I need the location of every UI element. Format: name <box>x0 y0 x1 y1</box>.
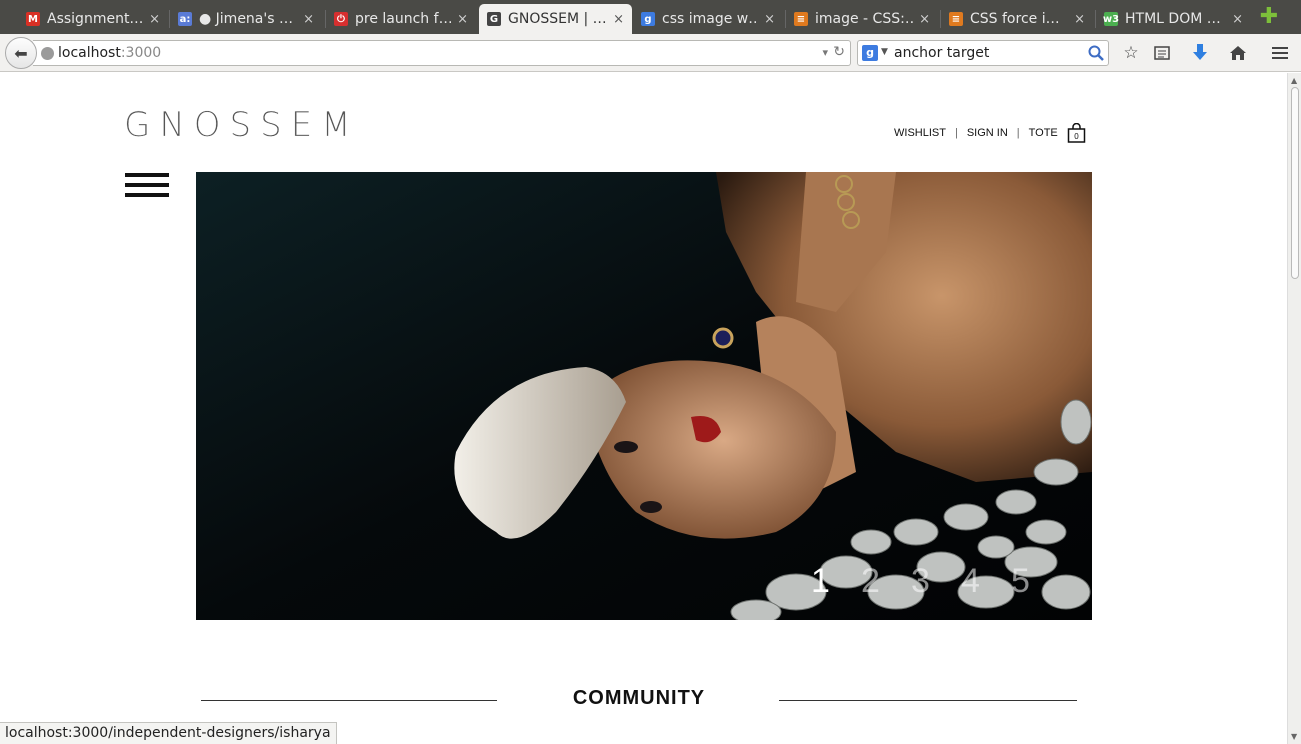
asana-icon: a: <box>178 12 192 26</box>
tab-title: css image w… <box>662 11 759 27</box>
gmail-icon: M <box>26 12 40 26</box>
slide-pagination: 12345 <box>811 562 1061 601</box>
tab-separator <box>325 10 326 28</box>
power-icon: ⏻ <box>334 12 348 26</box>
scroll-down-icon[interactable]: ▼ <box>1291 732 1297 741</box>
slide-number-1[interactable]: 1 <box>811 562 861 601</box>
browser-nav-bar: localhost:3000 ▾ ↻ ⬅ g ▼ anchor target ☆ <box>0 34 1301 72</box>
stackoverflow-icon: ≡ <box>794 12 808 26</box>
tab-title: ● Jimena's … <box>199 11 293 27</box>
url-port: :3000 <box>120 45 162 61</box>
home-icon[interactable] <box>1228 43 1248 63</box>
url-bar[interactable]: localhost:3000 ▾ ↻ <box>33 40 851 66</box>
browser-tab-bar: M Assignment… × a: ● Jimena's … × ⏻ pre launch … <box>0 0 1301 34</box>
slide-number-2[interactable]: 2 <box>861 562 911 601</box>
account-nav: WISHLIST | SIGN IN | TOTE 0 <box>894 122 1086 143</box>
tab-close-icon[interactable]: × <box>457 12 468 27</box>
slide-number-3[interactable]: 3 <box>911 562 961 601</box>
stackoverflow-icon: ≡ <box>949 12 963 26</box>
browser-tab[interactable]: ≡ image - CSS:… × <box>786 4 938 34</box>
browser-tab[interactable]: ≡ CSS force i… × <box>941 4 1093 34</box>
tab-separator <box>1095 10 1096 28</box>
web-page: GNOSSEM WISHLIST | SIGN IN | TOTE 0 1 2 … <box>0 73 1287 744</box>
google-icon: g <box>641 12 655 26</box>
url-text[interactable]: localhost:3000 <box>58 45 161 61</box>
tab-close-icon[interactable]: × <box>613 12 624 27</box>
slide-number-4[interactable]: 4 <box>961 562 1011 601</box>
tab-close-icon[interactable]: × <box>919 12 930 27</box>
w3schools-icon: w3 <box>1102 12 1120 26</box>
google-search-engine-icon[interactable]: g <box>862 45 878 61</box>
tote-link[interactable]: TOTE <box>1029 127 1058 139</box>
search-input[interactable]: anchor target <box>894 45 989 61</box>
slide-number-5[interactable]: 5 <box>1011 562 1061 601</box>
bookmark-star-icon[interactable]: ☆ <box>1121 43 1141 63</box>
browser-tab[interactable]: g css image w… × <box>633 4 783 34</box>
hero-image <box>196 172 1092 620</box>
browser-tab[interactable]: G GNOSSEM | … × <box>479 4 632 34</box>
tab-separator <box>169 10 170 28</box>
menu-icon[interactable] <box>1270 43 1290 63</box>
browser-tab[interactable]: a: ● Jimena's … × <box>170 4 322 34</box>
tab-title: pre launch f… <box>355 11 452 27</box>
new-tab-button[interactable]: ✚ <box>1258 6 1280 28</box>
back-button[interactable]: ⬅ <box>5 37 37 69</box>
tab-title: GNOSSEM | … <box>508 11 607 27</box>
tab-close-icon[interactable]: × <box>303 12 314 27</box>
url-history-dropdown-icon[interactable]: ▾ <box>822 46 828 59</box>
tab-separator <box>785 10 786 28</box>
tab-title: HTML DOM … <box>1125 11 1221 27</box>
tab-separator <box>940 10 941 28</box>
hamburger-menu-icon[interactable] <box>125 173 169 199</box>
browser-tab[interactable]: w3 HTML DOM … × <box>1096 4 1251 34</box>
tab-title: image - CSS:… <box>815 11 914 27</box>
back-arrow-icon: ⬅ <box>14 43 28 63</box>
tab-close-icon[interactable]: × <box>1074 12 1085 27</box>
download-icon[interactable] <box>1190 43 1210 63</box>
tab-close-icon[interactable]: × <box>764 12 775 27</box>
shopping-bag-icon[interactable]: 0 <box>1067 122 1086 143</box>
status-bar: localhost:3000/independent-designers/ish… <box>0 722 337 744</box>
globe-icon <box>41 47 54 60</box>
tab-title: CSS force i… <box>970 11 1060 27</box>
hero-slideshow[interactable]: 12345 <box>196 172 1092 620</box>
nav-separator: | <box>1016 127 1020 139</box>
tab-close-icon[interactable]: × <box>1232 12 1243 27</box>
tote-count: 0 <box>1074 132 1079 141</box>
wishlist-link[interactable]: WISHLIST <box>894 127 946 139</box>
scroll-up-icon[interactable]: ▲ <box>1291 76 1297 85</box>
page-scrollbar[interactable]: ▲ ▼ <box>1287 73 1301 744</box>
tab-close-icon[interactable]: × <box>149 12 160 27</box>
reload-icon[interactable]: ↻ <box>833 44 845 60</box>
browser-tab[interactable]: ⏻ pre launch f… × <box>326 4 476 34</box>
reading-list-icon[interactable] <box>1152 43 1172 63</box>
scroll-thumb[interactable] <box>1291 87 1299 279</box>
search-engine-dropdown-icon[interactable]: ▼ <box>881 47 888 57</box>
nav-separator: | <box>954 127 958 139</box>
tab-title: Assignment… <box>47 11 144 27</box>
site-logo[interactable]: GNOSSEM <box>124 105 360 145</box>
search-icon[interactable] <box>1087 44 1105 62</box>
url-host: localhost <box>58 45 121 61</box>
gnossem-icon: G <box>487 12 501 26</box>
community-heading: COMMUNITY <box>572 687 706 709</box>
sign-in-link[interactable]: SIGN IN <box>967 127 1008 139</box>
browser-tab[interactable]: M Assignment… × <box>18 4 168 34</box>
search-bar[interactable]: g ▼ anchor target <box>857 40 1109 66</box>
community-section-header: COMMUNITY <box>201 685 1077 715</box>
